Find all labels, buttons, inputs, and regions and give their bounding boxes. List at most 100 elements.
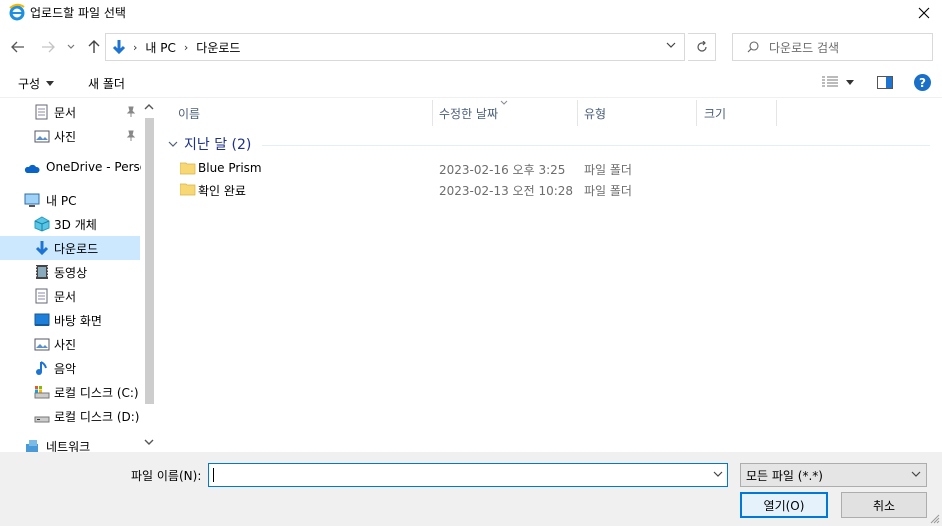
pictures-icon xyxy=(34,130,50,143)
pin-icon xyxy=(126,130,136,141)
navigation-pane: 문서 사진 OneDrive - Person 내 PC 3D 개체 다운로드 … xyxy=(0,100,158,452)
back-arrow-icon xyxy=(11,41,24,53)
organize-button[interactable]: 구성 xyxy=(18,75,55,92)
sidebar-item-documents[interactable]: 문서 xyxy=(0,284,140,308)
sidebar-item-label: 문서 xyxy=(54,290,77,304)
file-modified: 2023-02-16 오후 3:25 xyxy=(439,163,566,177)
chevron-down-icon xyxy=(67,44,75,49)
sidebar-item-label: OneDrive - Person xyxy=(46,160,155,174)
download-icon xyxy=(112,40,126,55)
sidebar-item-downloads[interactable]: 다운로드 xyxy=(0,236,140,260)
group-divider xyxy=(262,145,930,146)
scroll-up-icon[interactable] xyxy=(144,103,154,111)
sidebar-item-onedrive[interactable]: OneDrive - Person xyxy=(0,156,155,180)
search-icon xyxy=(747,41,759,53)
command-bar: 구성 새 폴더 ? xyxy=(0,68,942,98)
column-divider[interactable] xyxy=(432,100,433,126)
file-name: 확인 완료 xyxy=(198,184,246,198)
sidebar-item-label: 내 PC xyxy=(46,194,77,208)
sidebar-scrollbar[interactable] xyxy=(141,100,158,452)
3d-objects-icon xyxy=(34,216,50,232)
sidebar-item-this-pc[interactable]: 내 PC xyxy=(0,188,140,212)
scrollbar-thumb[interactable] xyxy=(145,118,154,404)
navigation-bar: › 내 PC › 다운로드 다운로드 검색 xyxy=(0,30,942,64)
forward-arrow-icon xyxy=(42,41,55,53)
sidebar-item-3d-objects[interactable]: 3D 개체 xyxy=(0,212,140,236)
column-header-size[interactable]: 크기 xyxy=(704,100,726,126)
search-box[interactable]: 다운로드 검색 xyxy=(732,33,933,61)
file-type: 파일 폴더 xyxy=(584,163,632,177)
text-caret xyxy=(213,468,214,482)
folder-icon xyxy=(180,162,196,175)
download-icon xyxy=(35,241,49,256)
sidebar-item-local-disk-c[interactable]: 로컬 디스크 (C:) xyxy=(0,380,140,404)
onedrive-cloud-icon xyxy=(24,164,40,173)
resize-grip-icon[interactable] xyxy=(930,514,940,524)
breadcrumb: › 내 PC › 다운로드 xyxy=(133,39,240,56)
recent-locations-button[interactable] xyxy=(64,38,78,56)
file-type-filter[interactable]: 모든 파일 (*.*) xyxy=(740,463,927,487)
view-details-icon xyxy=(822,76,838,87)
breadcrumb-pc[interactable]: 내 PC xyxy=(145,39,175,56)
cancel-button[interactable]: 취소 xyxy=(841,492,927,518)
forward-button[interactable] xyxy=(38,38,58,56)
sidebar-item-label: 네트워크 xyxy=(46,440,91,452)
music-icon xyxy=(36,361,47,375)
list-item[interactable]: Blue Prism 2023-02-16 오후 3:25 파일 폴더 xyxy=(180,159,680,179)
sidebar-item-pictures[interactable]: 사진 xyxy=(0,332,140,356)
folder-icon xyxy=(180,183,196,196)
window-title: 업로드할 파일 선택 xyxy=(30,6,126,20)
view-options-button[interactable] xyxy=(822,76,854,88)
back-button[interactable] xyxy=(8,38,28,56)
file-open-dialog: 업로드할 파일 선택 › 내 PC › 다운로드 다운로드 검색 구성 새 폴더… xyxy=(0,0,942,526)
preview-pane-button[interactable] xyxy=(877,76,893,92)
column-divider[interactable] xyxy=(696,100,697,126)
desktop-icon xyxy=(34,313,50,326)
video-icon xyxy=(36,265,48,279)
scroll-down-icon[interactable] xyxy=(144,438,154,446)
file-name: Blue Prism xyxy=(198,161,262,175)
search-placeholder: 다운로드 검색 xyxy=(769,40,840,55)
group-header[interactable]: 지난 달 (2) xyxy=(168,134,251,154)
filename-input[interactable] xyxy=(208,463,728,487)
column-divider[interactable] xyxy=(577,100,578,126)
chevron-down-icon xyxy=(911,471,921,477)
up-button[interactable] xyxy=(84,38,104,56)
breadcrumb-separator-icon[interactable]: › xyxy=(184,41,188,54)
column-header-name[interactable]: 이름 xyxy=(178,100,200,126)
sidebar-item-music[interactable]: 음악 xyxy=(0,356,140,380)
refresh-button[interactable] xyxy=(688,33,716,61)
sidebar-item-network[interactable]: 네트워크 xyxy=(0,434,140,452)
pc-icon xyxy=(24,193,40,207)
list-item[interactable]: 확인 완료 2023-02-13 오전 10:28 파일 폴더 xyxy=(180,180,680,200)
sidebar-item-local-disk-d[interactable]: 로컬 디스크 (D:) xyxy=(0,404,140,428)
sidebar-item-label: 로컬 디스크 (C:) xyxy=(54,386,139,400)
sidebar-item-label: 로컬 디스크 (D:) xyxy=(54,410,140,424)
bottom-panel: 파일 이름(N): 모든 파일 (*.*) 열기(O) 취소 xyxy=(0,452,942,526)
file-type: 파일 폴더 xyxy=(584,184,632,198)
breadcrumb-downloads[interactable]: 다운로드 xyxy=(196,39,240,56)
help-button[interactable]: ? xyxy=(914,74,931,91)
open-button[interactable]: 열기(O) xyxy=(740,492,828,518)
sidebar-item-desktop[interactable]: 바탕 화면 xyxy=(0,308,140,332)
sidebar-item-label: 음악 xyxy=(54,362,77,376)
sidebar-item-label: 다운로드 xyxy=(54,242,99,256)
address-dropdown-icon[interactable] xyxy=(666,42,676,49)
address-box[interactable]: › 내 PC › 다운로드 xyxy=(105,33,685,61)
new-folder-button[interactable]: 새 폴더 xyxy=(88,75,125,92)
sidebar-item-label: 동영상 xyxy=(54,266,88,280)
chevron-down-icon[interactable] xyxy=(713,471,723,478)
column-header-modified[interactable]: 수정한 날짜 xyxy=(439,100,498,126)
pin-icon xyxy=(126,106,136,117)
sort-indicator-icon xyxy=(500,100,508,105)
column-header-type[interactable]: 유형 xyxy=(584,100,606,126)
column-divider[interactable] xyxy=(776,100,777,126)
sidebar-item-documents-pinned[interactable]: 문서 xyxy=(0,100,140,124)
close-button[interactable] xyxy=(906,0,942,26)
sidebar-item-pictures-pinned[interactable]: 사진 xyxy=(0,124,140,148)
file-list: 이름 수정한 날짜 유형 크기 지난 달 (2) Blue Prism 2023… xyxy=(158,100,942,452)
sidebar-item-label: 3D 개체 xyxy=(54,218,97,232)
document-icon xyxy=(35,104,48,120)
sidebar-item-videos[interactable]: 동영상 xyxy=(0,260,140,284)
breadcrumb-separator-icon[interactable]: › xyxy=(133,41,137,54)
